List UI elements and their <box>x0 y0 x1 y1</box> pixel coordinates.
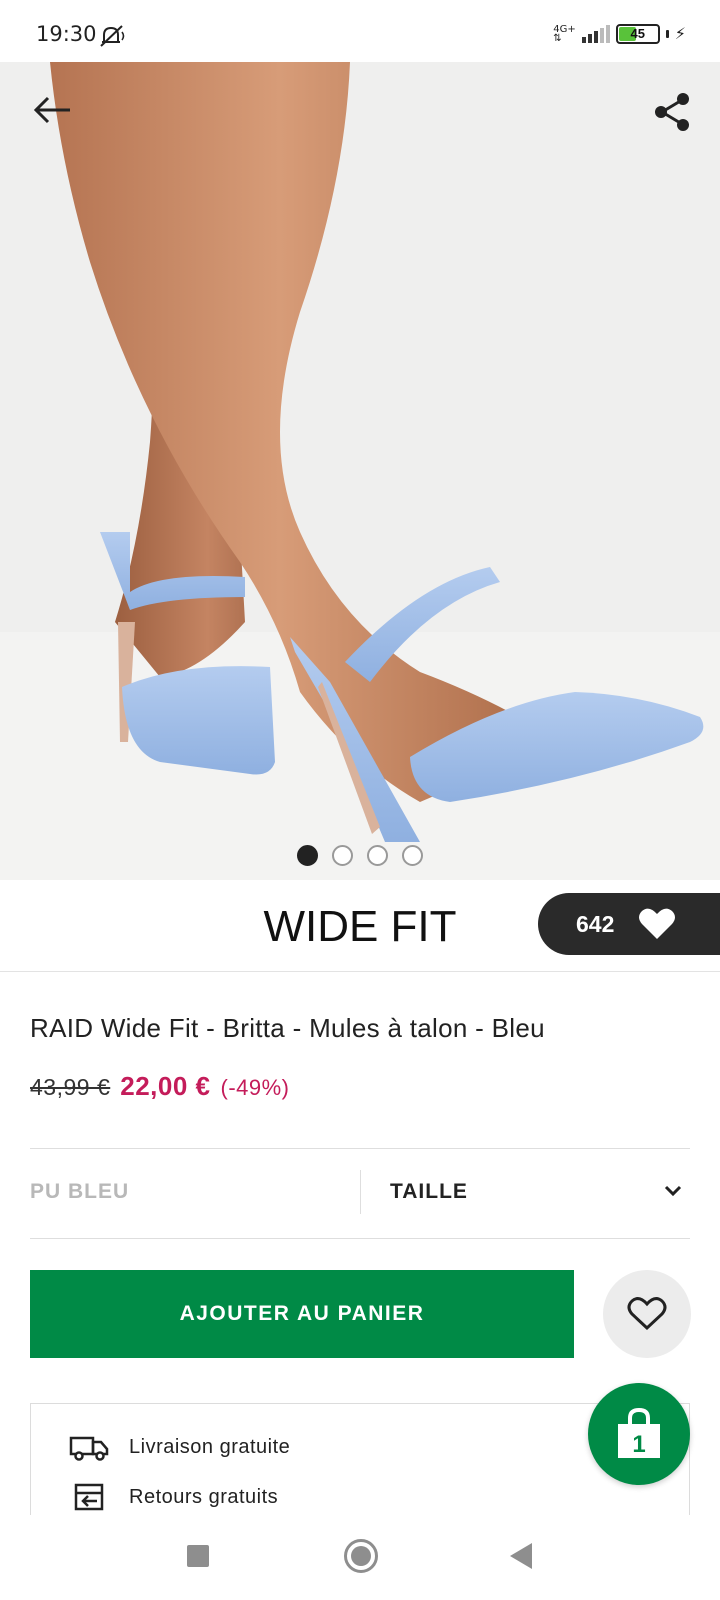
size-label: TAILLE <box>390 1180 468 1203</box>
system-nav-bar <box>0 1515 720 1600</box>
perk-free-delivery: Livraison gratuite <box>69 1432 290 1462</box>
home-button[interactable] <box>344 1539 378 1573</box>
status-bar: 19:30 4G+ ⇅ 45 ⚡ <box>0 0 720 62</box>
carousel-dot[interactable] <box>332 845 353 866</box>
original-price: 43,99 € <box>30 1074 111 1100</box>
likes-count: 642 <box>576 910 615 937</box>
chevron-down-icon <box>664 1185 682 1197</box>
system-back-button[interactable] <box>510 1543 532 1569</box>
variant-selector-row: PU BLEU TAILLE <box>30 1148 690 1238</box>
likes-button[interactable]: 642 <box>538 893 720 955</box>
truck-icon <box>69 1436 109 1461</box>
perk-text: Retours gratuits <box>129 1485 279 1508</box>
size-dropdown[interactable]: TAILLE <box>360 1148 690 1238</box>
status-time: 19:30 <box>36 22 97 46</box>
share-icon[interactable] <box>650 90 694 134</box>
back-arrow-icon[interactable] <box>30 92 74 128</box>
carousel-pagination <box>0 845 720 866</box>
perk-text: Livraison gratuite <box>129 1435 291 1458</box>
carousel-dot[interactable] <box>402 845 423 866</box>
cart-count: 1 <box>632 1431 645 1458</box>
sale-price: 22,00 € <box>120 1071 211 1101</box>
cart-button[interactable]: 1 <box>588 1383 690 1485</box>
carousel-dot[interactable] <box>297 845 318 866</box>
battery-level: 45 <box>630 26 645 41</box>
heart-icon <box>639 908 676 939</box>
product-photo <box>0 62 720 880</box>
price-row: 43,99 € 22,00 € (-49%) <box>30 1071 290 1102</box>
mute-icon <box>100 25 125 47</box>
carousel-dot[interactable] <box>367 845 388 866</box>
shopping-bag-icon: 1 <box>618 1408 660 1458</box>
discount-percentage: (-49%) <box>220 1075 290 1100</box>
brand-row: WIDE FIT 642 <box>0 880 720 972</box>
wishlist-button[interactable] <box>603 1270 691 1358</box>
network-indicator: 4G+ ⇅ <box>553 24 576 44</box>
signal-icon <box>581 25 610 43</box>
return-box-icon <box>74 1483 104 1511</box>
charging-icon: ⚡ <box>674 26 686 43</box>
color-label: PU BLEU <box>30 1180 130 1203</box>
perk-free-returns: Retours gratuits <box>69 1482 278 1512</box>
battery-icon: 45 <box>615 24 660 44</box>
divider <box>30 1238 690 1239</box>
product-image-carousel[interactable] <box>0 62 720 880</box>
add-to-cart-button[interactable]: AJOUTER AU PANIER <box>30 1270 574 1358</box>
heart-outline-icon <box>627 1297 667 1331</box>
product-title: RAID Wide Fit - Britta - Mules à talon -… <box>30 1013 545 1043</box>
recent-apps-button[interactable] <box>187 1545 209 1567</box>
